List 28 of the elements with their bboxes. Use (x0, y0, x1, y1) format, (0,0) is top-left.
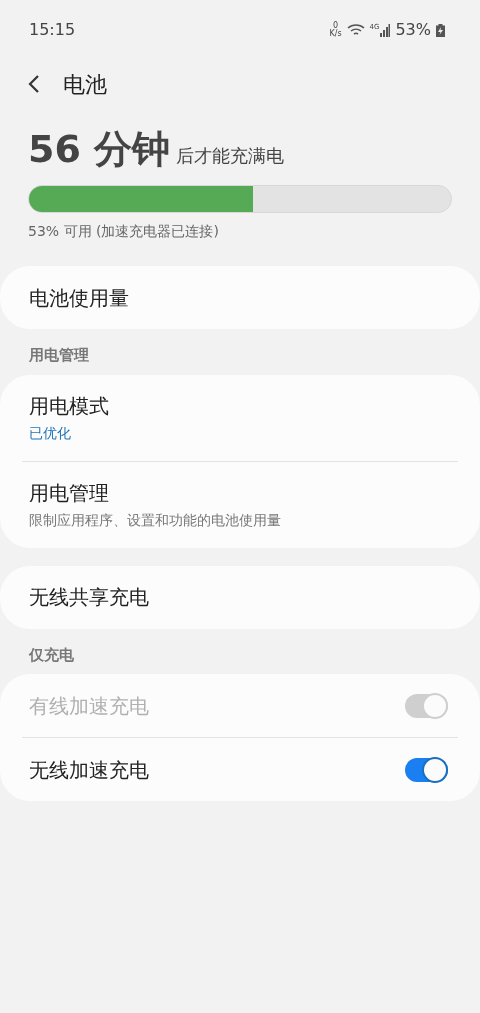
back-icon[interactable] (27, 74, 41, 94)
page-title: 电池 (63, 70, 107, 99)
row-title: 用电模式 (29, 393, 110, 420)
charge-suffix: 后才能充满电 (176, 144, 285, 168)
switch-row[interactable]: 无线加速充电 (0, 738, 480, 801)
settings-row[interactable]: 电池使用量 (0, 266, 480, 329)
row-title: 有线加速充电 (29, 692, 149, 720)
charge-time: 56 分钟 (28, 130, 171, 168)
net-speed-unit: K/s (329, 30, 342, 38)
row-subtitle: 限制应用程序、设置和功能的电池使用量 (29, 511, 282, 530)
battery-percent: 53% (395, 19, 431, 41)
section-heading: 仅充电 (27, 644, 75, 666)
battery-charging-icon (436, 23, 445, 37)
row-title: 无线共享充电 (29, 584, 150, 611)
row-subtitle: 已优化 (29, 424, 72, 443)
charge-caption: 53% 可用 (加速充电器已连接) (28, 222, 220, 241)
wifi-icon (346, 23, 365, 37)
section-heading: 用电管理 (28, 345, 90, 366)
signal-icon (380, 23, 391, 37)
settings-row[interactable]: 无线共享充电 (0, 565, 480, 629)
status-time: 15:15 (29, 19, 76, 41)
settings-row[interactable]: 用电管理 限制应用程序、设置和功能的电池使用量 (0, 461, 480, 548)
settings-row[interactable]: 用电模式 已优化 (0, 374, 480, 461)
net-speed-value: 0 (332, 22, 339, 30)
row-title: 用电管理 (29, 480, 110, 507)
row-title: 电池使用量 (29, 284, 130, 312)
toggle-switch[interactable] (405, 757, 448, 782)
row-title: 无线加速充电 (29, 756, 149, 784)
